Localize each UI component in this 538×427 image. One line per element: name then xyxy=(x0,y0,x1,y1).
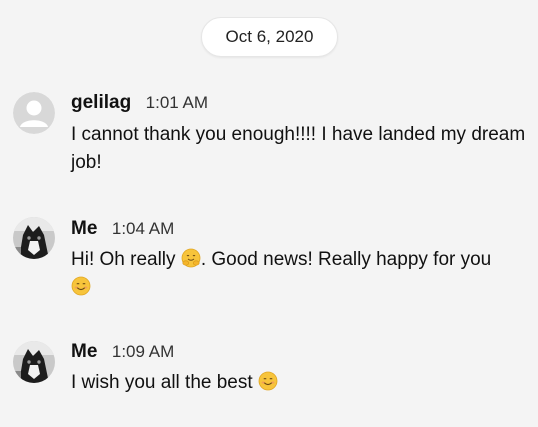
smiling-face-emoji-icon xyxy=(258,371,278,391)
message-text-part: Hi! Oh really xyxy=(71,249,181,270)
date-separator: Oct 6, 2020 xyxy=(201,17,338,57)
message-text: Hi! Oh really . Good news! Really happy … xyxy=(71,246,526,302)
message-text-part: I cannot thank you enough!!!! I have lan… xyxy=(71,124,526,173)
message-text-part: I wish you all the best xyxy=(71,372,258,393)
message-text-part: . Good news! Really happy for you xyxy=(200,249,492,270)
hugging-face-emoji-icon xyxy=(181,248,201,268)
cat-photo-avatar-icon[interactable] xyxy=(13,217,55,259)
message-header: gelilag 1:01 AM xyxy=(71,92,208,114)
message-header: Me 1:09 AM xyxy=(71,341,174,363)
message-text: I wish you all the best xyxy=(71,369,526,397)
sender-name[interactable]: gelilag xyxy=(71,92,131,113)
message-timestamp: 1:01 AM xyxy=(145,93,209,112)
message-text: I cannot thank you enough!!!! I have lan… xyxy=(71,121,526,177)
message-timestamp: 1:04 AM xyxy=(111,219,175,238)
default-user-avatar-icon[interactable] xyxy=(13,92,55,134)
sender-name[interactable]: Me xyxy=(71,218,97,239)
message-timestamp: 1:09 AM xyxy=(111,342,175,361)
sender-name[interactable]: Me xyxy=(71,341,97,362)
smiling-face-emoji-icon xyxy=(71,276,91,296)
cat-photo-avatar-icon[interactable] xyxy=(13,341,55,383)
message-header: Me 1:04 AM xyxy=(71,218,174,240)
